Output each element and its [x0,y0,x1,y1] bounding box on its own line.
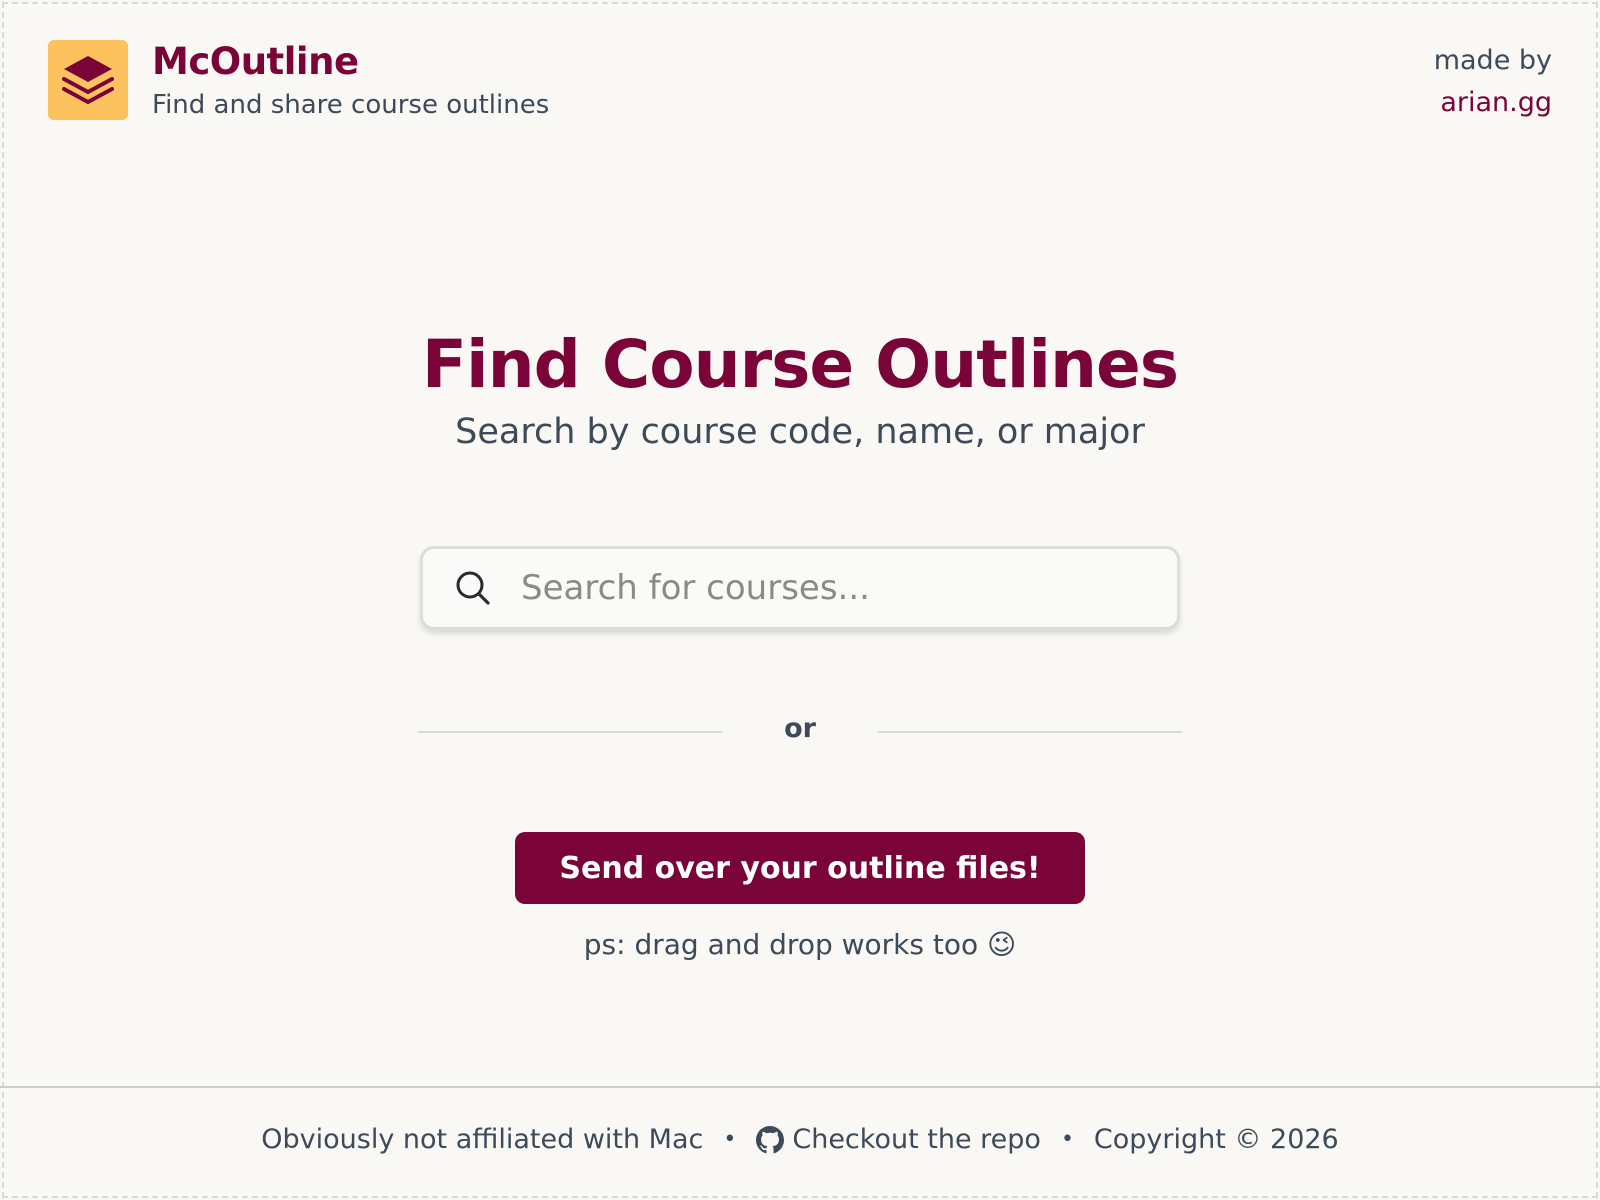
brand-title[interactable]: McOutline [152,40,549,84]
repo-link[interactable]: Checkout the repo [756,1124,1041,1155]
footer-divider [0,1086,1600,1088]
divider-left [418,731,722,733]
drag-drop-hint: ps: drag and drop works too 😉 [583,928,1017,961]
footer: Obviously not affiliated with Mac • Chec… [0,1124,1600,1155]
footer-separator: • [1060,1127,1074,1152]
made-by: made by arian.gg [1434,40,1552,124]
page-subtitle: Search by course code, name, or major [455,412,1145,452]
brand-subtitle: Find and share course outlines [152,90,550,120]
footer-separator: • [723,1127,737,1152]
search-icon [453,568,493,608]
github-icon [756,1125,785,1154]
search-box[interactable] [420,546,1180,630]
brand: McOutline Find and share course outlines [152,40,549,120]
divider-text: or [784,713,816,744]
upload-outline-button[interactable]: Send over your outline files! [515,832,1085,904]
header: McOutline Find and share course outlines [48,40,549,120]
page-title: Find Course Outlines [421,326,1179,403]
repo-link-label: Checkout the repo [792,1124,1041,1155]
stacked-layers-icon [62,56,114,104]
divider-right [878,731,1182,733]
search-input[interactable] [521,558,1177,618]
footer-disclaimer: Obviously not affiliated with Mac [261,1124,704,1155]
footer-copyright: Copyright © 2026 [1093,1124,1339,1155]
made-by-label: made by [1433,45,1552,76]
logo[interactable] [48,40,128,120]
author-link[interactable]: arian.gg [1434,82,1552,124]
